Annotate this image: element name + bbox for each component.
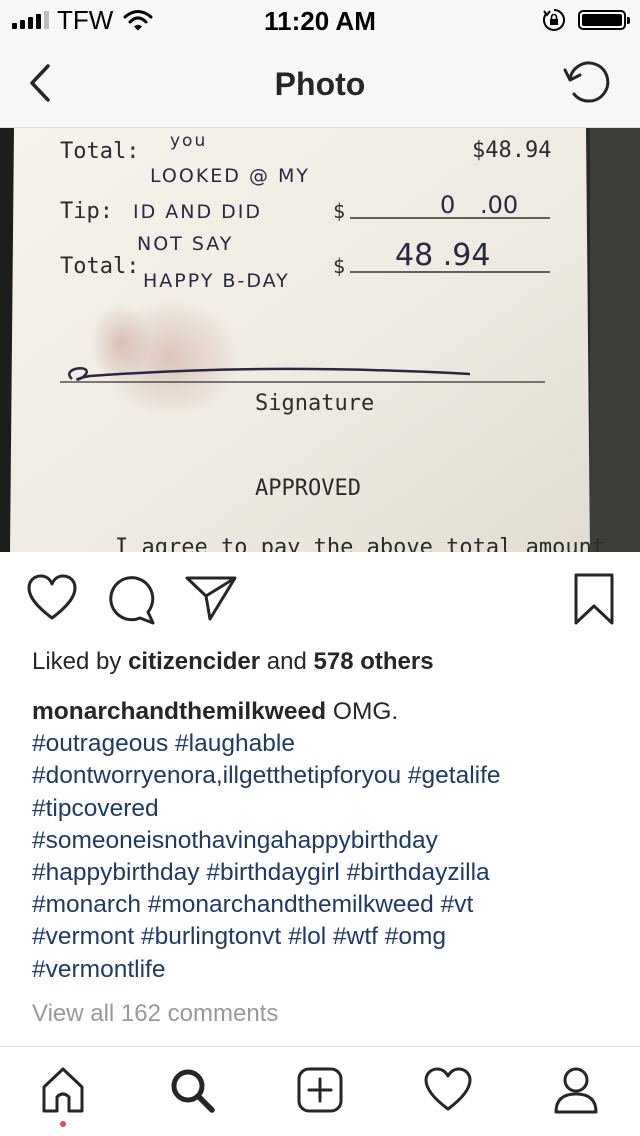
hashtag[interactable]: #birthdayzilla (347, 859, 490, 886)
hashtag[interactable]: #vermont (32, 923, 134, 950)
orientation-lock-icon (543, 9, 565, 31)
handwriting-line-5: HAPPY B-DAY (143, 270, 290, 292)
hashtag[interactable]: #vt (441, 891, 474, 918)
add-post-icon (297, 1067, 343, 1113)
handwriting-line-2: LOOKED @ MY (150, 165, 310, 187)
heart-icon (27, 574, 77, 620)
tab-new-post[interactable] (294, 1063, 346, 1117)
comment-button[interactable] (104, 572, 158, 626)
hashtag[interactable]: #someoneisnothavingahappybirthday (32, 827, 438, 854)
hashtag[interactable]: #dontworryenora,illgetthetipforyou (32, 762, 401, 789)
hashtag[interactable]: #birthdaygirl (206, 859, 339, 886)
tab-profile[interactable] (550, 1063, 602, 1117)
page-title: Photo (274, 66, 366, 102)
receipt-total-dollar: $ (333, 254, 345, 278)
written-total: 48 .94 (395, 238, 490, 273)
handwriting-line-4: NOT SAY (137, 233, 233, 255)
home-icon (42, 1067, 84, 1113)
receipt-tip-dollar: $ (333, 199, 345, 223)
hashtag[interactable]: #happybirthday (32, 859, 200, 886)
receipt-signature-label: Signature (255, 391, 374, 416)
written-tip-dollars: 0 (440, 191, 455, 219)
handwriting-line-3: ID AND DID (133, 201, 262, 223)
notification-dot (60, 1121, 66, 1127)
receipt-total2-label: Total: (60, 254, 139, 279)
receipt-total-label: Total: (60, 139, 139, 164)
hashtag[interactable]: #burlingtonvt (141, 923, 281, 950)
hashtag[interactable]: #laughable (175, 730, 295, 757)
tab-search[interactable] (166, 1063, 218, 1117)
hashtag[interactable]: #tipcovered (32, 795, 159, 822)
tab-home[interactable] (37, 1063, 89, 1117)
likes-and: and (266, 648, 307, 675)
status-bar: TFW 11:20 AM (0, 0, 640, 40)
share-button[interactable] (184, 574, 238, 622)
post-photo[interactable]: Total: $48.94 Tip: $ Total: $ you LOOKED… (0, 128, 640, 552)
hashtag[interactable]: #lol (288, 923, 326, 950)
hashtag[interactable]: #monarch (32, 891, 141, 918)
hashtag[interactable]: #wtf (333, 923, 378, 950)
battery-icon (578, 10, 630, 30)
likes-others[interactable]: 578 others (314, 648, 434, 675)
like-button[interactable] (26, 574, 78, 622)
receipt-agree-text: I agree to pay the above total amount (115, 535, 605, 552)
handwriting-line-1: you (170, 131, 207, 151)
post-caption: monarchandthemilkweed OMG. #outrageous #… (32, 696, 622, 986)
bookmark-icon (574, 573, 614, 625)
hashtag[interactable]: #vermontlife (32, 956, 165, 983)
hashtag[interactable]: #monarchandthemilkweed (148, 891, 434, 918)
caption-username[interactable]: monarchandthemilkweed (32, 698, 326, 725)
liked-by-user[interactable]: citizencider (128, 648, 260, 675)
nav-bar: Photo (0, 40, 640, 128)
tab-bar (0, 1046, 640, 1136)
receipt-total-amount: $48.94 (472, 138, 551, 163)
profile-icon (554, 1067, 598, 1114)
search-icon (171, 1069, 215, 1113)
hashtag[interactable]: #omg (385, 923, 446, 950)
receipt-tip-label: Tip: (60, 199, 113, 224)
comment-icon (109, 576, 155, 625)
likes-prefix: Liked by (32, 648, 122, 675)
hashtag[interactable]: #getalife (408, 762, 501, 789)
status-right (542, 8, 630, 32)
refresh-button[interactable] (560, 58, 614, 108)
send-icon (185, 576, 237, 621)
receipt-approved-label: APPROVED (255, 476, 361, 501)
view-all-comments-link[interactable]: View all 162 comments (32, 1000, 278, 1028)
heart-icon (424, 1067, 472, 1111)
likes-summary[interactable]: Liked by citizencider and 578 others (32, 648, 434, 676)
save-button[interactable] (572, 572, 616, 626)
hashtag[interactable]: #outrageous (32, 730, 168, 757)
caption-text: OMG. (332, 698, 399, 725)
tab-activity[interactable] (422, 1063, 474, 1117)
receipt-photo: Total: $48.94 Tip: $ Total: $ you LOOKED… (0, 128, 640, 552)
refresh-icon (563, 61, 610, 103)
written-tip-cents: .00 (480, 191, 518, 219)
